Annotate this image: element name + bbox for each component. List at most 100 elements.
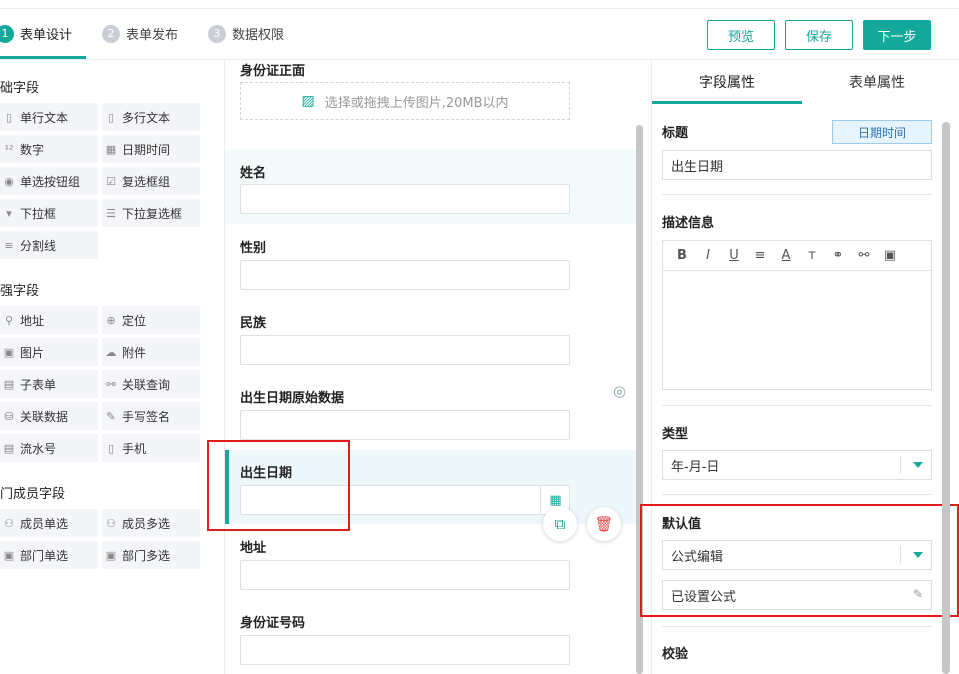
validation-label: 校验 — [662, 647, 689, 662]
font-color-icon[interactable]: A — [773, 248, 799, 263]
type-label: 类型 — [662, 427, 689, 442]
step-data-permission[interactable]: 3 数据权限 — [208, 24, 284, 43]
field-chip-multi-text[interactable]: ▯ 多行文本 — [102, 103, 200, 131]
caret-down-icon — [913, 462, 923, 468]
group-title-enhanced: 强字段 — [0, 284, 40, 299]
font-size-icon[interactable]: т — [799, 248, 825, 263]
group-title-members: 门成员字段 — [0, 487, 66, 502]
chip-label: 下拉复选框 — [122, 206, 183, 221]
number-icon: ¹² — [4, 142, 14, 156]
separator — [662, 494, 932, 495]
field-chip-address[interactable]: ⚲ 地址 — [0, 306, 98, 334]
preview-button[interactable]: 预览 — [707, 20, 775, 50]
cloud-upload-icon: ☁ — [105, 345, 117, 359]
field-label-name: 姓名 — [240, 166, 267, 181]
field-chip-single-text[interactable]: ▯ 单行文本 — [0, 103, 98, 131]
unlink-icon[interactable]: ⚯ — [851, 248, 877, 263]
search-link-icon: ⚯ — [106, 377, 116, 391]
field-chip-number[interactable]: ¹² 数字 — [0, 135, 98, 163]
chip-label: 图片 — [20, 345, 45, 360]
tab-form-properties[interactable]: 表单属性 — [802, 60, 952, 104]
italic-icon[interactable]: I — [695, 248, 721, 263]
field-chip-member-multi[interactable]: ⚇ 成员多选 — [102, 509, 200, 537]
field-chip-subform[interactable]: ▤ 子表单 — [0, 370, 98, 398]
chip-label: 分割线 — [20, 238, 57, 253]
chip-label: 地址 — [20, 313, 45, 328]
field-chip-serial[interactable]: ▤ 流水号 — [0, 434, 98, 462]
step-form-publish[interactable]: 2 表单发布 — [102, 24, 178, 43]
image-icon: ▨ — [301, 93, 315, 109]
hidden-eye-icon[interactable]: ◎ — [613, 382, 626, 400]
department-icon: ▣ — [3, 548, 15, 562]
field-label-birth-raw: 出生日期原始数据 — [240, 391, 345, 406]
tab-field-properties[interactable]: 字段属性 — [652, 60, 802, 104]
field-chip-checkbox[interactable]: ☑ 复选框组 — [102, 167, 200, 195]
gender-input[interactable] — [240, 260, 570, 290]
description-label: 描述信息 — [662, 216, 715, 231]
underline-icon[interactable]: U — [721, 248, 747, 263]
step-form-design[interactable]: 1 表单设计 — [0, 24, 72, 43]
field-chip-image[interactable]: ▣ 图片 — [0, 338, 98, 366]
field-chip-radio[interactable]: ◉ 单选按钮组 — [0, 167, 98, 195]
chip-label: 子表单 — [20, 377, 57, 392]
table-icon: ▤ — [3, 377, 15, 391]
properties-scrollbar[interactable] — [942, 122, 950, 674]
crosshair-icon: ⊕ — [106, 313, 116, 327]
ethnicity-input[interactable] — [240, 335, 570, 365]
chip-label: 多行文本 — [122, 110, 171, 125]
field-chip-attachment[interactable]: ☁ 附件 — [102, 338, 200, 366]
chip-label: 单选按钮组 — [20, 174, 81, 189]
field-chip-datetime[interactable]: ▦ 日期时间 — [102, 135, 200, 163]
field-chip-divider[interactable]: ≡ 分割线 — [0, 231, 98, 259]
field-chip-select[interactable]: ▾ 下拉框 — [0, 199, 98, 227]
copy-icon: ⧉ — [554, 515, 566, 533]
text-icon: ▯ — [5, 110, 13, 124]
chip-label: 成员单选 — [20, 516, 69, 531]
highlight-annotation-box — [207, 440, 350, 531]
align-icon[interactable]: ≡ — [747, 248, 773, 263]
next-step-button[interactable]: 下一步 — [863, 20, 931, 50]
field-chip-multi-select[interactable]: ☰ 下拉复选框 — [102, 199, 200, 227]
active-tab-underline — [652, 101, 802, 104]
copy-field-button[interactable]: ⧉ — [543, 507, 577, 541]
field-chip-dept-single[interactable]: ▣ 部门单选 — [0, 541, 98, 569]
field-chip-related-query[interactable]: ⚯ 关联查询 — [102, 370, 200, 398]
field-label-ethnicity: 民族 — [240, 316, 267, 331]
id-number-input[interactable] — [240, 635, 570, 665]
image-upload-area[interactable]: ▨ 选择或拖拽上传图片,20MB以内 — [240, 82, 570, 120]
field-chip-signature[interactable]: ✎ 手写签名 — [102, 402, 200, 430]
serial-number-icon: ▤ — [3, 441, 15, 455]
upload-hint: 选择或拖拽上传图片,20MB以内 — [324, 95, 509, 111]
chip-label: 单行文本 — [20, 110, 69, 125]
group-title-basic: 础字段 — [0, 81, 40, 96]
separator — [662, 194, 932, 195]
step-number: 3 — [208, 24, 227, 43]
delete-field-button[interactable]: 🗑 — [587, 507, 621, 541]
link-icon[interactable]: ⚭ — [825, 248, 851, 263]
type-select[interactable]: 年-月-日 — [662, 450, 932, 480]
field-palette: 础字段 ▯ 单行文本 ▯ 多行文本 ¹² 数字 ▦ 日期时间 ◉ 单选按钮组 ☑ 复选框组 … — [0, 60, 225, 674]
name-input[interactable] — [240, 184, 570, 214]
chip-label: 定位 — [122, 313, 147, 328]
insert-image-icon[interactable]: ▣ — [877, 248, 903, 263]
bold-icon[interactable]: B — [669, 248, 695, 263]
field-chip-member-single[interactable]: ⚇ 成员单选 — [0, 509, 98, 537]
address-input[interactable] — [240, 560, 570, 590]
form-canvas: 身份证正面 ▨ 选择或拖拽上传图片,20MB以内 姓名 性别 民族 出生日期原始… — [207, 60, 643, 674]
id-front-label: 身份证正面 — [240, 64, 306, 79]
save-button[interactable]: 保存 — [785, 20, 853, 50]
field-chip-dept-multi[interactable]: ▣ 部门多选 — [102, 541, 200, 569]
top-divider — [0, 8, 959, 9]
field-type-tag: 日期时间 — [832, 120, 932, 144]
field-chip-locate[interactable]: ⊕ 定位 — [102, 306, 200, 334]
description-editor[interactable]: B I U ≡ A т ⚭ ⚯ ▣ — [662, 240, 932, 390]
separator — [662, 405, 932, 406]
chip-label: 流水号 — [20, 441, 57, 456]
highlight-annotation-box — [640, 504, 959, 617]
field-chip-phone[interactable]: ▯ 手机 — [102, 434, 200, 462]
birth-raw-input[interactable] — [240, 410, 570, 440]
trash-icon: 🗑 — [594, 515, 614, 533]
field-chip-related-data[interactable]: ⛁ 关联数据 — [0, 402, 98, 430]
title-input[interactable]: 出生日期 — [662, 150, 932, 180]
pen-icon: ✎ — [106, 409, 116, 423]
